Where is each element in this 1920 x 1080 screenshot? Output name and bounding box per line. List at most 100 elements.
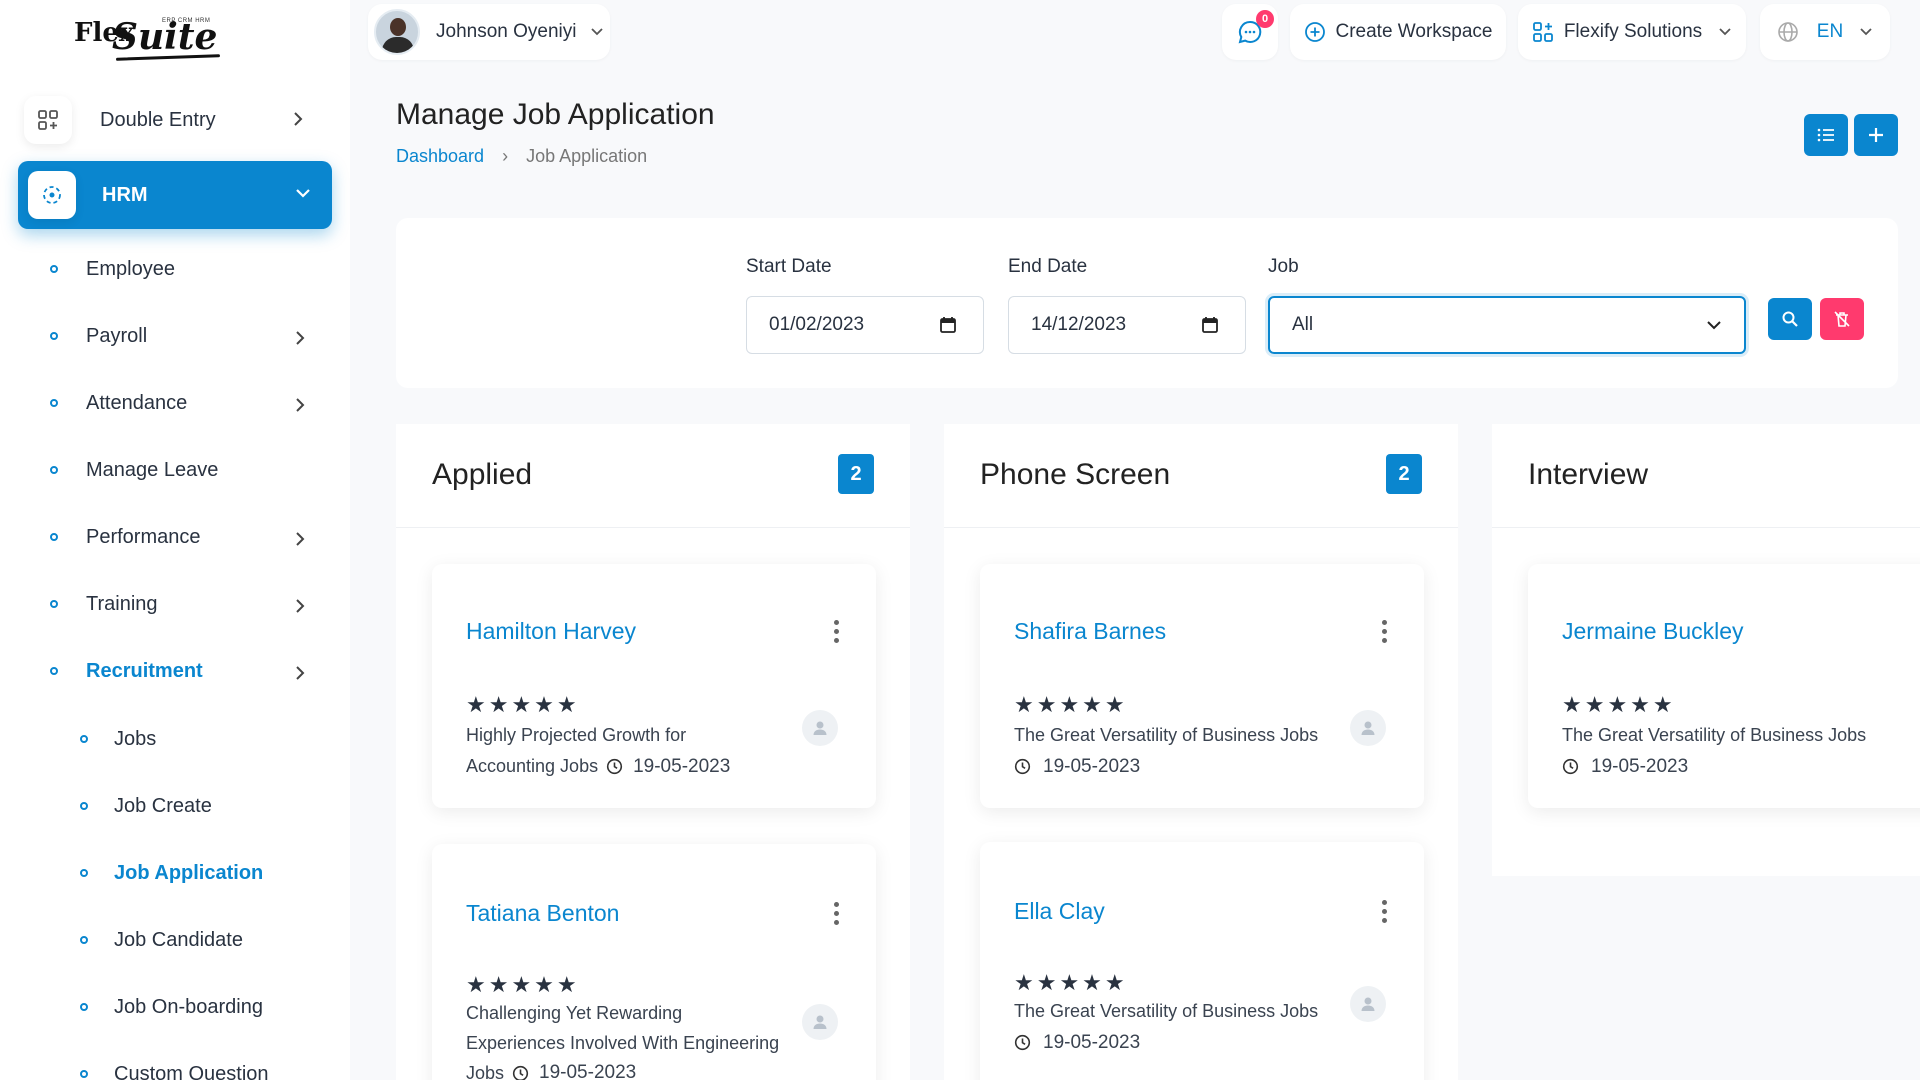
grid-plus-icon <box>24 96 72 144</box>
application-card[interactable]: Tatiana Benton ★★★★★ Challenging Yet Rew… <box>432 844 876 1080</box>
sidebar-item-job-application[interactable]: Job Application <box>80 858 263 888</box>
kanban-column-applied: Applied 2 Hamilton Harvey ★★★★★ Highly P… <box>396 424 910 1080</box>
clock-icon <box>1014 1034 1031 1051</box>
sidebar-item-jobs[interactable]: Jobs <box>80 724 156 754</box>
job-title: The Great Versatility of Business Jobs 1… <box>1014 996 1318 1058</box>
sidebar-item-label: Double Entry <box>100 108 216 131</box>
flexsuite-logo[interactable]: Flex Suite ERP CRM HRM <box>72 12 232 64</box>
sidebar-item-payroll[interactable]: Payroll <box>50 321 310 351</box>
applicant-name-link[interactable]: Tatiana Benton <box>466 900 619 927</box>
application-date: 19-05-2023 <box>633 756 731 777</box>
bullet-icon <box>50 667 58 675</box>
clock-icon <box>606 758 623 775</box>
applicant-name-link[interactable]: Ella Clay <box>1014 898 1105 925</box>
application-date: 19-05-2023 <box>1591 756 1689 777</box>
clock-icon <box>512 1065 529 1080</box>
bullet-icon <box>50 466 58 474</box>
workspace-selector[interactable]: Flexify Solutions <box>1518 4 1746 60</box>
chevron-down-icon <box>1860 28 1872 36</box>
more-vertical-icon[interactable] <box>834 620 840 647</box>
clock-icon <box>1014 758 1031 775</box>
applicant-name-link[interactable]: Hamilton Harvey <box>466 618 636 645</box>
sidebar-item-hrm[interactable]: HRM <box>18 161 332 229</box>
filter-panel: Start Date 01/02/2023 End Date 14/12/202… <box>396 218 1898 388</box>
chevron-right-icon <box>296 398 305 412</box>
application-card[interactable]: Jermaine Buckley ★★★★★ The Great Versati… <box>1528 564 1920 808</box>
application-date: 19-05-2023 <box>1043 756 1141 777</box>
column-count-badge: 2 <box>838 454 874 494</box>
breadcrumb-dashboard-link[interactable]: Dashboard <box>396 146 484 167</box>
more-vertical-icon[interactable] <box>1382 620 1388 647</box>
sidebar-item-label: Jobs <box>114 727 157 750</box>
application-card[interactable]: Hamilton Harvey ★★★★★ Highly Projected G… <box>432 564 876 808</box>
language-selector[interactable]: EN <box>1760 4 1890 60</box>
rating-stars: ★★★★★ <box>466 692 580 717</box>
plus-circle-icon <box>1304 22 1325 42</box>
job-title-line: Jobs <box>466 1063 505 1080</box>
column-title: Interview <box>1528 458 1649 491</box>
job-title: Challenging Yet Rewarding Experiences In… <box>466 998 779 1080</box>
sidebar-item-double-entry[interactable]: Double Entry <box>24 92 324 148</box>
add-application-button[interactable] <box>1854 114 1898 156</box>
sidebar-item-performance[interactable]: Performance <box>50 522 310 552</box>
sidebar-item-label: HRM <box>102 183 148 206</box>
job-title: The Great Versatility of Business Jobs 1… <box>1014 720 1318 782</box>
logo-tagline: ERP CRM HRM <box>162 18 211 24</box>
job-title-line: The Great Versatility of Business Jobs <box>1014 1001 1319 1021</box>
application-card[interactable]: Ella Clay ★★★★★ The Great Versatility of… <box>980 842 1424 1080</box>
chevron-down-icon <box>591 28 604 36</box>
user-menu[interactable]: Johnson Oyeniyi <box>368 4 610 60</box>
start-date-input[interactable]: 01/02/2023 <box>746 296 984 354</box>
calendar-icon[interactable] <box>939 316 957 334</box>
kanban-column-phone-screen: Phone Screen 2 Shafira Barnes ★★★★★ The … <box>944 424 1458 1080</box>
search-button[interactable] <box>1768 298 1812 340</box>
language-code: EN <box>1816 21 1844 42</box>
sidebar-item-label: Performance <box>86 525 201 548</box>
bullet-icon <box>80 936 88 944</box>
messages-button[interactable]: 0 <box>1222 4 1278 60</box>
sidebar-item-recruitment[interactable]: Recruitment <box>50 656 310 686</box>
more-vertical-icon[interactable] <box>834 902 840 929</box>
chevron-down-icon <box>296 189 310 198</box>
sidebar-item-job-create[interactable]: Job Create <box>80 791 212 821</box>
sidebar-item-job-onboarding[interactable]: Job On-boarding <box>80 992 263 1022</box>
rating-stars: ★★★★★ <box>1562 692 1676 717</box>
job-title-line: Accounting Jobs <box>466 756 599 776</box>
sidebar-item-custom-question[interactable]: Custom Question <box>80 1059 269 1080</box>
more-vertical-icon[interactable] <box>1382 900 1388 927</box>
sidebar-item-manage-leave[interactable]: Manage Leave <box>50 455 218 485</box>
end-date-value: 14/12/2023 <box>1031 314 1127 335</box>
sidebar-item-job-candidate[interactable]: Job Candidate <box>80 925 243 955</box>
create-workspace-label: Create Workspace <box>1335 21 1493 42</box>
sidebar-item-label: Job Create <box>114 794 212 817</box>
sidebar-item-label: Training <box>86 592 158 615</box>
bullet-icon <box>50 600 58 608</box>
application-card[interactable]: Shafira Barnes ★★★★★ The Great Versatili… <box>980 564 1424 808</box>
application-date: 19-05-2023 <box>1043 1032 1141 1053</box>
globe-icon <box>1777 22 1798 42</box>
list-view-button[interactable] <box>1804 114 1848 156</box>
chevron-right-icon <box>296 599 305 613</box>
job-title-line: Experiences Involved With Engineering <box>466 1033 780 1053</box>
job-label: Job <box>1268 256 1299 277</box>
applicant-name-link[interactable]: Jermaine Buckley <box>1562 618 1744 645</box>
breadcrumb-separator-icon: › <box>502 146 509 166</box>
calendar-icon[interactable] <box>1201 316 1219 334</box>
column-header: Phone Screen 2 <box>944 424 1458 528</box>
applicant-name-link[interactable]: Shafira Barnes <box>1014 618 1166 645</box>
sidebar-item-training[interactable]: Training <box>50 589 310 619</box>
column-count-badge: 2 <box>1386 454 1422 494</box>
user-avatar-icon <box>1350 710 1386 746</box>
user-avatar-icon <box>802 710 838 746</box>
sidebar-item-attendance[interactable]: Attendance <box>50 388 310 418</box>
end-date-input[interactable]: 14/12/2023 <box>1008 296 1246 354</box>
create-workspace-button[interactable]: Create Workspace <box>1290 4 1506 60</box>
job-title-line: The Great Versatility of Business Jobs <box>1562 725 1867 745</box>
start-date-value: 01/02/2023 <box>769 314 865 335</box>
job-select[interactable]: All <box>1268 296 1746 354</box>
avatar <box>374 9 420 55</box>
reset-filter-button[interactable] <box>1820 298 1864 340</box>
end-date-label: End Date <box>1008 256 1088 277</box>
sidebar-item-employee[interactable]: Employee <box>50 254 175 284</box>
sidebar-item-label: Employee <box>86 257 175 280</box>
